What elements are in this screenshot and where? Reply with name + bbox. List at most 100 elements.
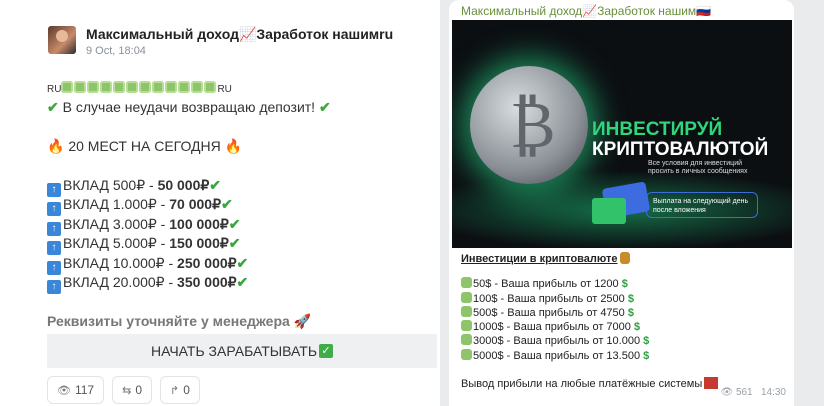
clover-icon [461,334,472,346]
offer-amount: 500$ [473,306,498,319]
up-arrow-icon: ↑ [47,241,61,255]
clover-icon [461,291,472,303]
bitcoin-coin-icon: ₿ [470,66,588,184]
deposit-row: ↑ ВКЛАД 5.000₽ - 150 000₽✔ [47,234,432,255]
shares-counter[interactable]: ⇆ 0 [112,376,153,404]
post-stats: 👁 117 ⇆ 0 ↱ 0 [47,376,200,404]
offer-amount: 1000$ [473,321,504,334]
offer-text: - Ваша прибыль от 1200 [491,278,619,291]
dollar-icon: $ [643,349,650,362]
check-icon: ✔ [236,254,249,271]
clover-icon [461,320,472,332]
left-post-card: Максимальный доход📈Заработок нашимru 9 O… [0,0,441,406]
check-icon: ✔ [228,215,241,232]
fire-icon: 🔥 [47,137,65,154]
clover-icon [74,81,87,93]
banner-pill: Выплата на следующий день после вложения [646,192,758,218]
channel-avatar[interactable] [48,26,76,54]
offer-row: 100$ - Ваша прибыль от 2500 $ [461,291,791,306]
check-box-icon: ✓ [319,344,334,358]
shares-count: 0 [135,383,143,397]
clover-icon [191,81,204,93]
eye-icon: 👁 [57,384,71,397]
clover-icon [61,81,74,93]
offer-row: 5000$ - Ваша прибыль от 13.500 $ [461,348,791,363]
deposit-profit: 250 000₽ [177,254,237,271]
invest-heading: Инвестиции в криптовалюте [461,253,618,265]
deposit-row: ↑ ВКЛАД 20.000₽ - 350 000₽✔ [47,273,432,294]
replies-counter[interactable]: ↱ 0 [160,376,200,404]
deposit-label: ВКЛАД 10.000₽ - [63,254,178,271]
right-channel-title[interactable]: Максимальный доход📈Заработок нашим🇷🇺 [461,4,711,18]
deposit-row: ↑ ВКЛАД 10.000₽ - 250 000₽✔ [47,254,432,275]
crypto-banner-image[interactable]: ₿ ИНВЕСТИРУЙ КРИПТОВАЛЮТОЙ Все условия д… [452,20,792,248]
deposit-profit: 100 000₽ [169,215,229,232]
invest-heading-row: Инвестиции в криптовалюте [461,252,791,266]
start-earning-label: НАЧАТЬ ЗАРАБАТЫВАТЬ [150,343,318,359]
deposit-label: ВКЛАД 1.000₽ - [63,196,170,212]
deposit-row: ↑ ВКЛАД 500₽ - 50 000₽✔ [47,176,432,197]
replies-count: 0 [183,383,190,397]
views-counter[interactable]: 👁 117 [47,376,105,404]
banner-subtext: Все условия для инвестиций просить в лич… [648,160,748,175]
views-count: 117 [74,383,95,397]
channel-title[interactable]: Максимальный доход📈Заработок нашимru [86,26,393,43]
up-arrow-icon: ↑ [47,202,61,216]
deposit-label: ВКЛАД 3.000₽ - [63,215,170,232]
share-icon: ⇆ [122,384,132,397]
check-icon: ✔ [318,98,331,115]
clover-icon [178,81,191,93]
right-views: 561 [735,387,753,398]
clover-icon [461,277,472,289]
offer-text: - Ваша прибыль от 10.000 [503,335,641,348]
clover-icon [126,81,139,93]
check-icon: ✔ [47,98,59,115]
dollar-icon: $ [643,335,650,348]
places-text: 20 МЕСТ НА СЕГОДНЯ [68,137,221,154]
places-row: 🔥 20 МЕСТ НА СЕГОДНЯ 🔥 [47,137,432,157]
offer-row: 500$ - Ваша прибыль от 4750 $ [461,305,791,320]
offer-amount: 50$ [473,278,492,291]
clover-icon [204,81,217,93]
start-earning-button[interactable]: НАЧАТЬ ЗАРАБАТЫВАТЬ ✓ [47,334,437,368]
banner-headline: ИНВЕСТИРУЙ КРИПТОВАЛЮТОЙ [592,120,768,160]
deposit-profit: 350 000₽ [177,274,237,290]
check-icon: ✔ [236,274,249,290]
post-message: RU RU ✔ В случае неудачи возвращаю депози… [47,78,432,294]
check-icon: ✔ [209,176,222,193]
fire-icon: 🔥 [224,137,243,154]
clover-row: RU RU [47,78,432,98]
clover-icon [100,81,113,93]
deposit-return-text: В случае неудачи возвращаю депозит! [62,98,316,115]
check-icon: ✔ [228,235,241,251]
money-bag-icon [619,252,630,264]
offer-text: - Ваша прибыль от 2500 [497,292,625,305]
banner-headline-2: КРИПТОВАЛЮТОЙ [592,139,769,160]
dollar-icon: $ [633,321,641,334]
eye-icon: 👁 [720,387,734,398]
dollar-icon: $ [621,278,628,291]
country-prefix: RU [47,84,62,95]
offer-row: 1000$ - Ваша прибыль от 7000 $ [461,320,791,334]
check-icon: ✔ [220,196,233,212]
right-post-card: Максимальный доход📈Заработок нашим🇷🇺 ₿ И… [449,0,794,406]
offer-text: - Ваша прибыль от 4750 [497,306,625,319]
clover-icon [461,348,472,360]
deposit-label: ВКЛАД 20.000₽ - [63,274,178,290]
deposit-profit: 70 000₽ [169,196,221,212]
offer-amount: 5000$ [473,349,504,362]
up-arrow-icon: ↑ [47,280,61,294]
clover-icon [165,81,178,93]
brick-icon [704,377,719,390]
dollar-icon: $ [627,292,634,305]
clover-icon [152,81,165,93]
wallet-icon [592,198,626,224]
deposit-label: ВКЛАД 500₽ - [63,176,158,193]
deposit-profit: 50 000₽ [157,176,210,193]
offer-text: - Ваша прибыль от 13.500 [503,349,641,362]
clover-icon [139,81,152,93]
right-post-meta: 👁 561 14:30 [720,387,786,398]
withdrawal-text: Вывод прибыли на любые платёжные системы [461,378,703,391]
deposit-return-row: ✔ В случае неудачи возвращаю депозит! ✔ [47,98,432,118]
right-message: Инвестиции в криптовалюте 50$ - Ваша при… [461,252,791,391]
